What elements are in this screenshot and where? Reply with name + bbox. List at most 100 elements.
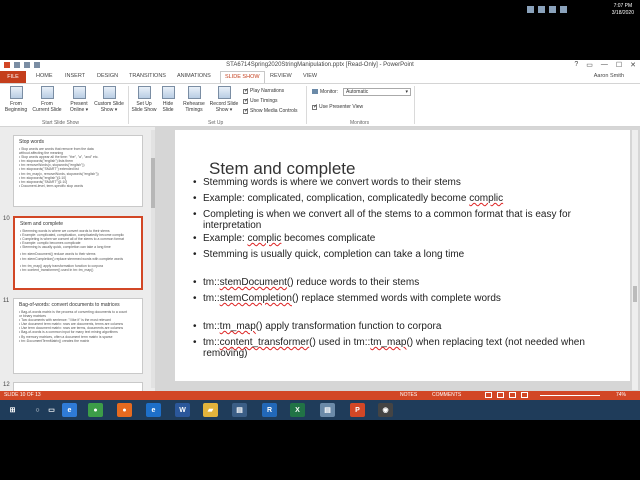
tab-transitions[interactable]: TRANSITIONS [129,73,166,79]
tab-insert[interactable]: INSERT [65,73,85,79]
tab-slide-show[interactable]: SLIDE SHOW [220,71,265,83]
sticky-icon[interactable]: ▤ [320,403,335,417]
monitor-value: Automatic [346,89,369,95]
r-icon[interactable]: R [262,403,277,417]
text-run: () replace stemmed words with complete w… [291,293,501,304]
scroll-thumb[interactable] [633,286,637,302]
search-icon[interactable]: ○ [30,403,45,417]
zoom-level[interactable]: 74% [616,391,626,400]
use-presenter-view-checkbox[interactable]: Use Presenter View [312,103,363,110]
keyboard-icon[interactable] [527,6,534,13]
slide-count: SLIDE 10 OF 13 [4,392,41,398]
battery-icon[interactable] [560,6,567,13]
slide-thumbnail-10[interactable]: Stem and complete • Stemming words is wh… [13,216,143,290]
tab-design[interactable]: DESIGN [97,73,118,79]
powerpoint-icon[interactable]: P [350,403,365,417]
bullet-icon: • [193,233,197,244]
firefox-icon[interactable]: ● [117,403,132,417]
chrome-icon[interactable]: ● [88,403,103,417]
bullet-text: tm::stemCompletion() replace stemmed wor… [203,293,603,304]
slide-thumbnail-9[interactable]: Stop words • Stop words are words that r… [13,135,143,207]
bullet-icon: • [193,193,197,204]
comments-button[interactable]: COMMENTS [432,391,461,400]
app2-icon[interactable]: ◉ [378,403,393,417]
excel-icon[interactable]: X [290,403,305,417]
rehearse-timings-button[interactable]: Rehearse Timings [180,86,208,113]
record-slide-show-button[interactable]: Record Slide Show ▾ [207,86,241,113]
hide-slide-icon [161,86,175,99]
normal-view-icon[interactable] [485,392,492,398]
slide-sorter-icon[interactable] [497,392,504,398]
system-tray [527,6,567,13]
bullet-text: Example: complic becomes complicate [203,233,603,244]
misspelled-word: tm_map [219,321,256,332]
use-timings-checkbox[interactable]: Use Timings [243,97,278,104]
checkbox-box[interactable] [312,103,318,110]
custom-slide-show-button[interactable]: Custom Slide Show ▾ [92,86,126,113]
notes-button[interactable]: NOTES [400,391,417,400]
tab-file[interactable]: FILE [0,71,26,83]
close-button[interactable]: ✕ [630,61,636,69]
monitor-dropdown[interactable]: Automatic ▾ [343,88,411,96]
maximize-button[interactable]: ☐ [616,61,622,69]
text-run: () apply transformation function to corp… [255,321,442,332]
tab-animations[interactable]: ANIMATIONS [177,73,211,79]
tab-review[interactable]: REVIEW [270,73,292,79]
text-run: tm:: [203,337,220,348]
bullet-icon: • [193,321,197,332]
bullet-icon: • [193,293,197,304]
volume-icon[interactable] [549,6,556,13]
button-label: Slide [162,107,174,113]
play-narrations-checkbox[interactable]: Play Narrations [243,87,284,94]
minimize-button[interactable]: — [601,61,608,69]
help-button[interactable]: ? [574,61,578,69]
task-view-icon[interactable]: ▭ [44,403,59,417]
edge-icon[interactable]: e [146,403,161,417]
user-name[interactable]: Aaron Smith [594,73,624,79]
divider [306,86,307,124]
ribbon-options-button[interactable]: ▭ [586,61,593,69]
present-online-button[interactable]: Present Online ▾ [66,86,92,113]
monitor-icon [312,89,318,94]
checkbox-box[interactable] [243,87,249,94]
word-icon[interactable]: W [175,403,190,417]
slide-show-icon[interactable] [521,392,528,398]
tab-home[interactable]: HOME [36,73,53,79]
timer-icon [187,86,201,99]
slide-canvas[interactable]: Stem and complete • Stemming words is whe… [175,130,630,381]
slide-title[interactable]: Stem and complete [209,159,355,179]
checkbox-box[interactable] [243,107,249,114]
clock[interactable]: 7:07 PM 3/18/2020 [612,3,634,17]
custom-show-icon [102,86,116,99]
text-run: tm:: [203,277,220,288]
ie-icon[interactable]: e [62,403,77,417]
bullet-text: tm::content_transformer() used in tm::tm… [203,337,603,359]
reading-view-icon[interactable] [509,392,516,398]
hide-slide-button[interactable]: Hide Slide [158,86,178,113]
from-beginning-button[interactable]: From Beginning [2,86,30,113]
checkbox-box[interactable] [243,97,249,104]
ribbon: From Beginning From Current Slide Presen… [0,83,640,127]
slide-thumbnail-12[interactable] [13,382,143,391]
divider [414,86,415,124]
button-label: Slide Show [131,107,157,113]
monitor-label: Monitor: [320,89,339,95]
screen: STA6714Spring2020StringManipulation.pptx… [0,0,640,480]
ribbon-tabs: FILE HOME INSERT DESIGN TRANSITIONS ANIM… [0,71,640,83]
network-icon[interactable] [538,6,545,13]
divider [128,86,129,124]
misspelled-word: complic [469,193,504,204]
slide-scrollbar[interactable] [632,130,638,390]
app-icon[interactable]: ▤ [232,403,247,417]
bullet-text: Stemming is usually quick, completion ca… [203,249,603,260]
text-run: Stemming is usually quick, completion ca… [203,249,465,260]
from-current-slide-button[interactable]: From Current Slide [30,86,64,113]
file-explorer-icon[interactable]: ▰ [203,403,218,417]
tab-view[interactable]: VIEW [303,73,317,79]
text-run: tm:: [203,293,220,304]
start-icon[interactable]: ⊞ [5,403,20,417]
show-media-controls-checkbox[interactable]: Show Media Controls [243,107,298,114]
set-up-slide-show-button[interactable]: Set Up Slide Show [130,86,158,113]
zoom-slider[interactable] [540,395,600,396]
slide-thumbnail-11[interactable]: Bag-of-words: convert documents to matri… [13,298,143,374]
